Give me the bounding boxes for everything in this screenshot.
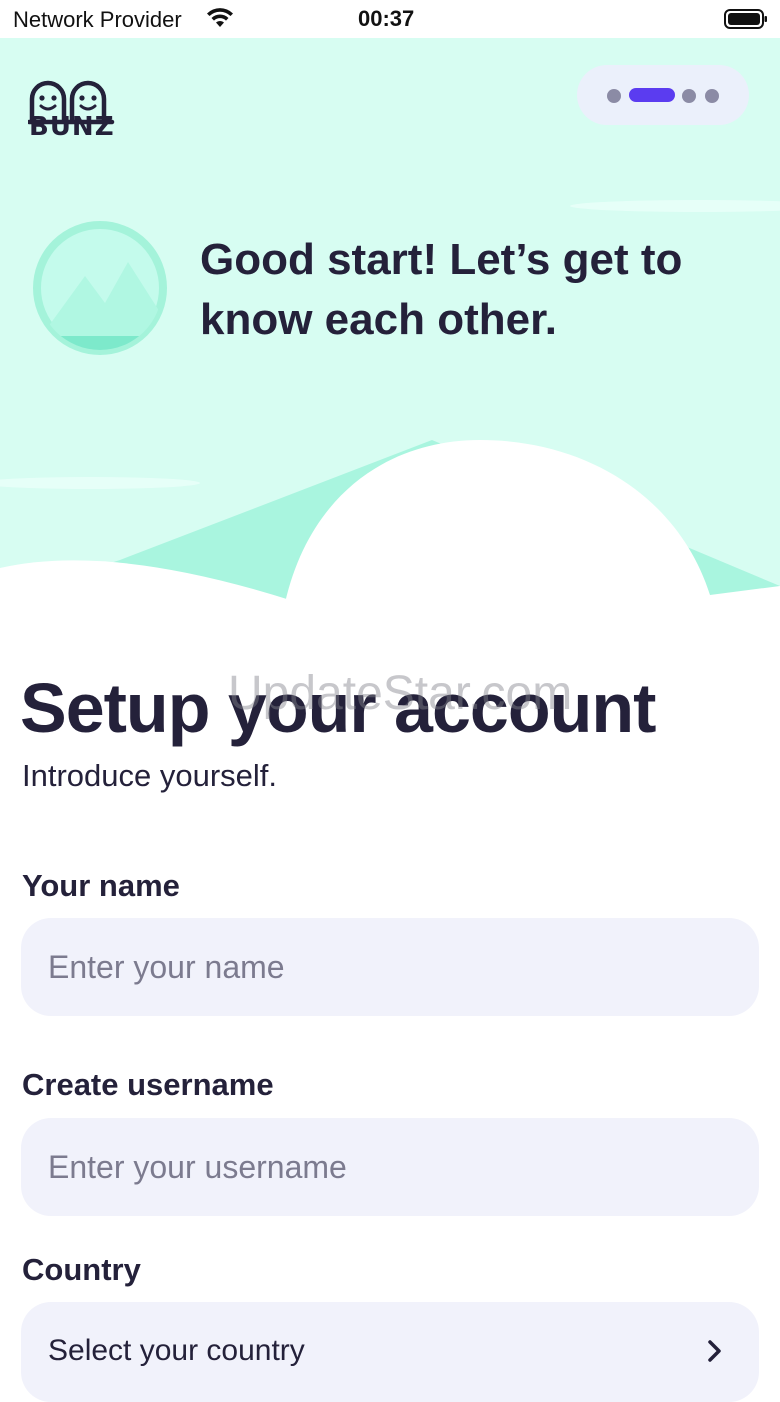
step-dot	[682, 89, 696, 103]
country-select-value: Select your country	[48, 1334, 305, 1367]
username-label: Create username	[22, 1067, 274, 1102]
step-dot	[607, 89, 621, 103]
onboarding-progress	[577, 65, 749, 125]
step-dot-active	[629, 88, 675, 102]
hero-heading: Good start! Let’s get to know each other…	[200, 235, 683, 344]
hero-banner: BUNZ Good start! Let’s get to know each …	[0, 38, 780, 638]
wifi-icon	[207, 8, 233, 27]
step-dot	[705, 89, 719, 103]
battery-icon	[724, 9, 767, 29]
country-select[interactable]: Select your country	[21, 1302, 759, 1402]
brand-wordmark: BUNZ	[29, 112, 115, 142]
status-bar: Network Provider 00:37	[0, 0, 780, 38]
page-subtitle: Introduce yourself.	[22, 758, 278, 793]
status-time: 00:37	[358, 6, 415, 31]
chevron-right-icon	[708, 1340, 721, 1362]
watermark-text: UpdateStar.com	[228, 667, 573, 720]
country-label: Country	[22, 1252, 141, 1287]
mountain-icon	[33, 221, 167, 355]
name-label: Your name	[22, 868, 180, 903]
name-input[interactable]	[21, 918, 759, 1016]
username-input[interactable]	[21, 1118, 759, 1216]
carrier-label: Network Provider	[13, 7, 182, 32]
